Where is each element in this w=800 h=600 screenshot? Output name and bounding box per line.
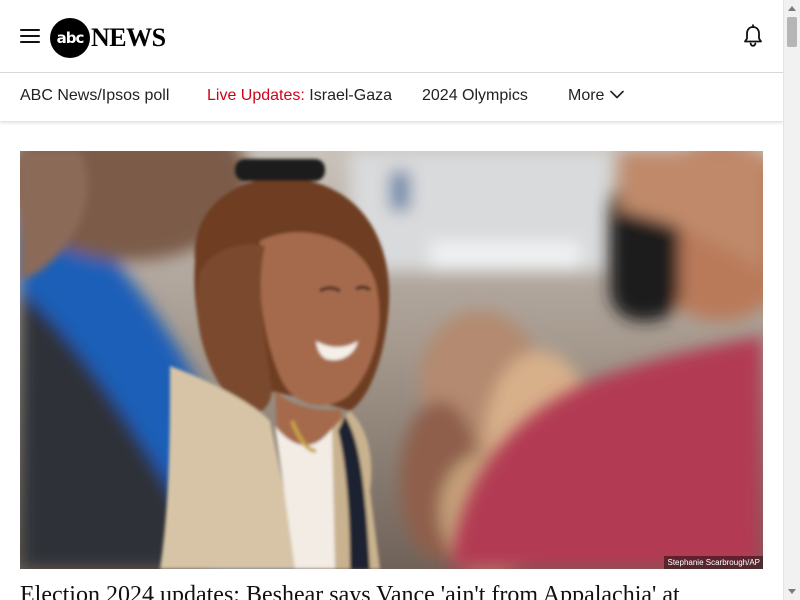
scroll-up-arrow-icon[interactable] bbox=[788, 6, 796, 11]
hamburger-menu-icon[interactable] bbox=[20, 28, 40, 44]
live-updates-prefix: Live Updates: bbox=[207, 87, 305, 104]
nav-item-israel-gaza[interactable]: Live Updates: Israel-Gaza bbox=[207, 87, 392, 105]
chevron-down-icon bbox=[610, 90, 625, 99]
hero-photo bbox=[20, 151, 763, 569]
nav-item-more[interactable]: More bbox=[568, 87, 625, 105]
news-logo-word: NEWS bbox=[91, 23, 166, 52]
scrollbar-thumb[interactable] bbox=[787, 17, 797, 47]
nav-item-label: More bbox=[568, 87, 605, 104]
vertical-scrollbar[interactable] bbox=[783, 0, 800, 600]
top-nav: ABC News/Ipsos poll Live Updates: Israel… bbox=[0, 73, 783, 121]
photo-credit: Stephanie Scarbrough/AP bbox=[664, 556, 763, 569]
nav-item-label: Israel-Gaza bbox=[309, 87, 392, 104]
site-header: abc NEWS bbox=[0, 0, 783, 73]
page: abc NEWS ABC News/Ipsos poll Live Update… bbox=[0, 0, 783, 600]
nav-item-label: 2024 Olympics bbox=[422, 87, 528, 104]
bell-icon[interactable] bbox=[742, 24, 764, 48]
nav-item-ipsos-poll[interactable]: ABC News/Ipsos poll bbox=[20, 87, 169, 105]
abc-news-logo[interactable]: abc NEWS bbox=[50, 18, 166, 58]
abc-logo-circle: abc bbox=[50, 18, 90, 58]
headline-link[interactable]: Election 2024 updates: Beshear says Vanc… bbox=[20, 580, 780, 600]
hero-image[interactable]: Stephanie Scarbrough/AP bbox=[20, 151, 763, 569]
nav-item-label: ABC News/Ipsos poll bbox=[20, 87, 170, 104]
scroll-down-arrow-icon[interactable] bbox=[788, 589, 796, 594]
nav-item-olympics[interactable]: 2024 Olympics bbox=[422, 87, 528, 105]
